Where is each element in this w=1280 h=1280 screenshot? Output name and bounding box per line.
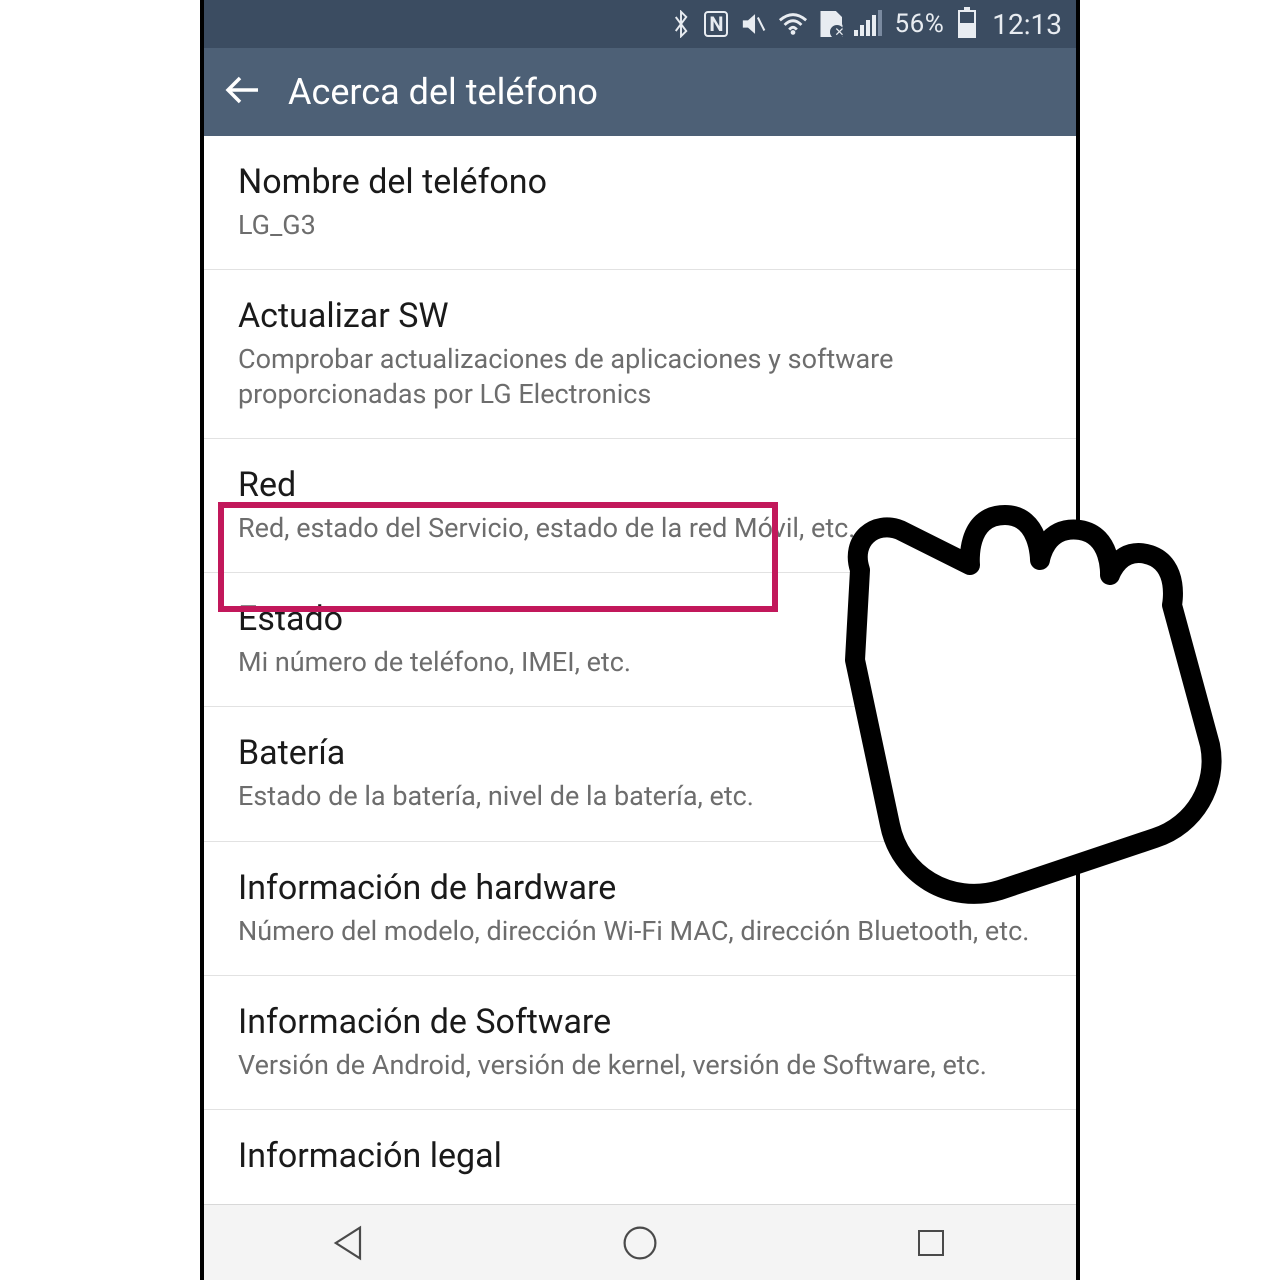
- page-title: Acerca del teléfono: [288, 71, 598, 113]
- item-title: Red: [238, 465, 1042, 505]
- item-title: Información de Software: [238, 1002, 1042, 1042]
- item-legal-info[interactable]: Información legal: [204, 1110, 1076, 1202]
- nfc-icon: N: [704, 11, 728, 37]
- phone-frame: N ✕ 56% 12:13: [200, 0, 1080, 1280]
- item-subtitle: Mi número de teléfono, IMEI, etc.: [238, 645, 1042, 680]
- battery-icon: [958, 10, 976, 38]
- item-subtitle: LG_G3: [238, 208, 1042, 243]
- wifi-icon: [778, 12, 808, 36]
- item-title: Estado: [238, 599, 1042, 639]
- item-battery[interactable]: Batería Estado de la batería, nivel de l…: [204, 707, 1076, 841]
- item-subtitle: Estado de la batería, nivel de la baterí…: [238, 779, 1042, 814]
- item-subtitle: Red, estado del Servicio, estado de la r…: [238, 511, 1042, 546]
- status-bar: N ✕ 56% 12:13: [204, 0, 1076, 48]
- item-title: Información de hardware: [238, 868, 1042, 908]
- item-software-info[interactable]: Información de Software Versión de Andro…: [204, 976, 1076, 1110]
- nav-home-button[interactable]: [580, 1213, 700, 1273]
- settings-list: Nombre del teléfono LG_G3 Actualizar SW …: [204, 136, 1076, 1204]
- item-network[interactable]: Red Red, estado del Servicio, estado de …: [204, 439, 1076, 573]
- back-arrow-icon[interactable]: [224, 70, 264, 114]
- sdcard-icon: ✕: [820, 11, 842, 37]
- item-hardware-info[interactable]: Información de hardware Número del model…: [204, 842, 1076, 976]
- item-subtitle: Número del modelo, dirección Wi-Fi MAC, …: [238, 914, 1042, 949]
- signal-icon: [854, 12, 882, 36]
- app-bar: Acerca del teléfono: [204, 48, 1076, 136]
- bluetooth-icon: [670, 10, 692, 38]
- mute-icon: [740, 11, 766, 37]
- item-title: Información legal: [238, 1136, 1042, 1176]
- item-status[interactable]: Estado Mi número de teléfono, IMEI, etc.: [204, 573, 1076, 707]
- nav-back-button[interactable]: [289, 1213, 409, 1273]
- item-title: Batería: [238, 733, 1042, 773]
- item-subtitle: Comprobar actualizaciones de aplicacione…: [238, 342, 1042, 412]
- item-update-sw[interactable]: Actualizar SW Comprobar actualizaciones …: [204, 270, 1076, 439]
- item-title: Nombre del teléfono: [238, 162, 1042, 202]
- nav-recent-button[interactable]: [871, 1213, 991, 1273]
- item-subtitle: Versión de Android, versión de kernel, v…: [238, 1048, 1042, 1083]
- clock: 12:13: [992, 8, 1062, 41]
- navigation-bar: [204, 1204, 1076, 1280]
- item-phone-name[interactable]: Nombre del teléfono LG_G3: [204, 136, 1076, 270]
- item-title: Actualizar SW: [238, 296, 1042, 336]
- status-icons: N ✕ 56% 12:13: [670, 8, 1062, 41]
- battery-percent: 56%: [894, 9, 944, 39]
